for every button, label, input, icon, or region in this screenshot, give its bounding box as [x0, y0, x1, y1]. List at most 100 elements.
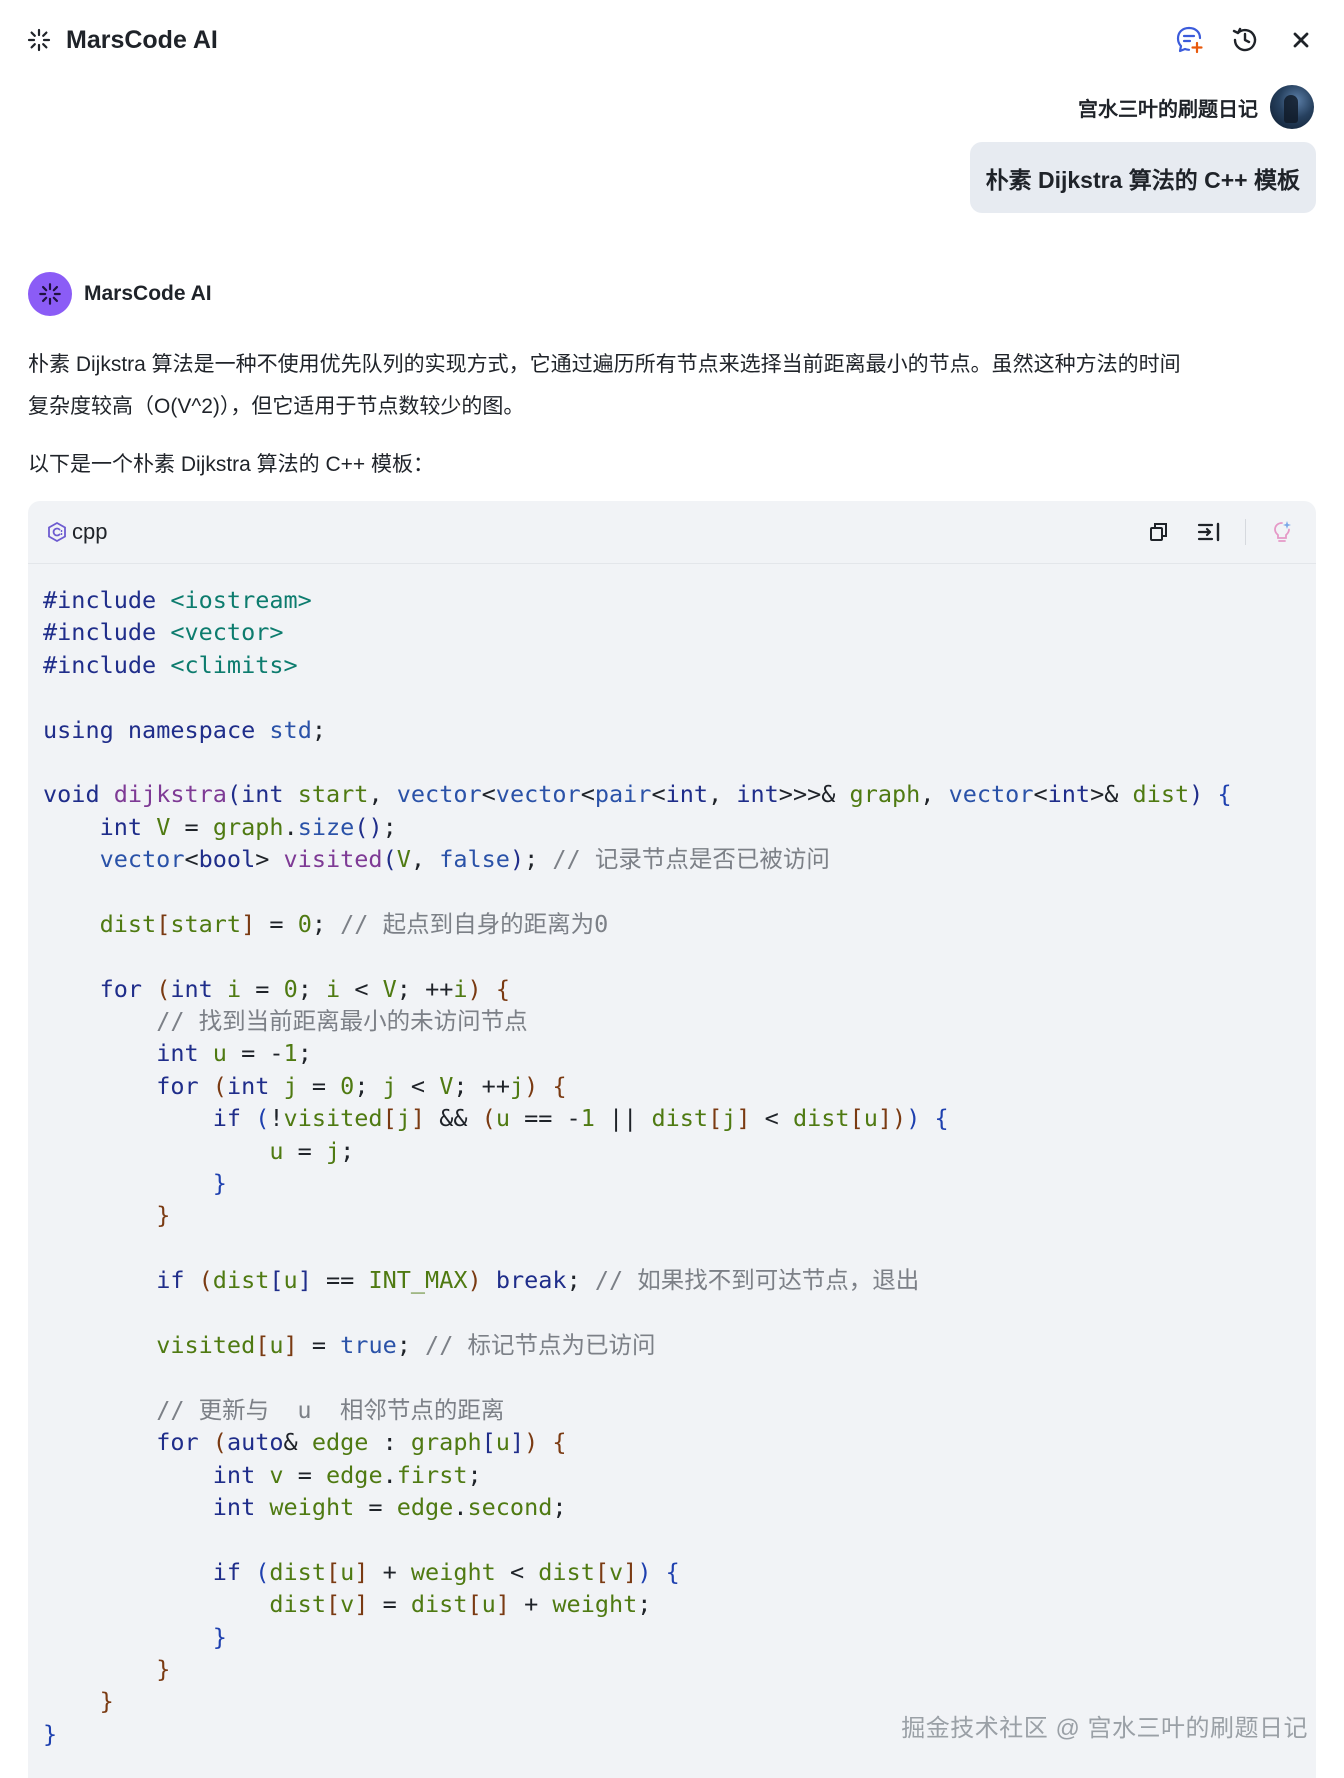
code-token: int	[99, 812, 143, 841]
code-token: }	[212, 1169, 227, 1198]
code-token: == -	[509, 1104, 581, 1133]
code-token: u	[863, 1104, 878, 1133]
code-line: #include <climits>	[43, 649, 1316, 681]
code-token: j	[396, 1104, 411, 1133]
code-token: u	[340, 1557, 355, 1586]
code-token: [	[382, 1104, 397, 1133]
code-token: start	[170, 909, 242, 938]
code-token: for	[156, 1428, 199, 1457]
assistant-name: MarsCode AI	[84, 282, 212, 305]
code-token: (	[255, 1557, 270, 1586]
code-token: =	[354, 1492, 397, 1521]
code-line: dist[start] = 0; // 起点到自身的距离为0	[43, 908, 1316, 940]
code-token: // 标记节点为已访问	[425, 1330, 656, 1359]
history-icon[interactable]	[1228, 23, 1262, 57]
assistant-info: MarsCode AI	[28, 272, 212, 316]
code-token: u	[269, 1136, 284, 1165]
code-token: &	[283, 1428, 312, 1457]
copy-icon[interactable]	[1145, 518, 1173, 546]
code-line: visited[u] = true; // 标记节点为已访问	[43, 1329, 1316, 1361]
code-token: [	[849, 1104, 864, 1133]
code-token: second	[467, 1492, 553, 1521]
code-token: i	[326, 974, 341, 1003]
code-token: ]	[410, 1104, 426, 1133]
code-token: <	[396, 1071, 440, 1100]
code-token: int	[226, 1071, 270, 1100]
code-line: if (dist[u] == INT_MAX) break; // 如果找不到可…	[43, 1264, 1316, 1296]
code-token: v	[340, 1590, 355, 1619]
code-token: INT_MAX	[368, 1266, 468, 1295]
code-token: u	[269, 1330, 284, 1359]
explain-bulb-icon[interactable]	[1268, 518, 1296, 546]
code-token: dist	[269, 1557, 326, 1586]
code-token: [	[481, 1428, 496, 1457]
code-line: if (dist[u] + weight < dist[v]) {	[43, 1556, 1316, 1588]
code-token: [	[255, 1330, 270, 1359]
code-token: (	[198, 1266, 213, 1295]
code-token: [	[325, 1590, 341, 1619]
app-title: MarsCode AI	[66, 25, 218, 54]
code-token: vector	[495, 780, 581, 809]
code-token: break	[495, 1266, 567, 1295]
code-token: V	[396, 845, 411, 874]
code-token: ==	[311, 1266, 369, 1295]
code-token: 0	[283, 974, 298, 1003]
code-token: // 记录节点是否已被访问	[552, 845, 830, 874]
code-token: true	[340, 1330, 397, 1359]
code-token: ]	[623, 1557, 638, 1586]
code-token: = -	[226, 1039, 284, 1068]
code-token: edge	[311, 1428, 369, 1457]
code-token: ;	[297, 1039, 312, 1068]
code-token: )	[524, 1428, 539, 1457]
code-token: visited	[283, 1104, 383, 1133]
close-icon[interactable]	[1284, 23, 1318, 57]
code-token: std	[269, 715, 312, 744]
code-token: ]	[736, 1104, 751, 1133]
user-name: 宫水三叶的刷题日记	[1078, 98, 1258, 121]
code-token: graph	[212, 812, 284, 841]
code-token: <	[481, 780, 496, 809]
code-token: (	[382, 845, 397, 874]
code-token: {	[1217, 780, 1232, 809]
code-token: [	[594, 1557, 609, 1586]
code-token: ,	[368, 780, 397, 809]
code-token: ;	[524, 845, 553, 874]
code-token: j	[722, 1104, 737, 1133]
code-token: =	[283, 1136, 326, 1165]
code-line: int u = -1;	[43, 1037, 1316, 1069]
code-token: ;	[637, 1590, 652, 1619]
code-line: // 更新与 u 相邻节点的距离	[43, 1394, 1316, 1426]
code-line: // 找到当前距离最小的未访问节点	[43, 1005, 1316, 1037]
sparkle-logo-icon	[26, 27, 52, 53]
code-token: )	[467, 1266, 482, 1295]
code-token: namespace	[127, 715, 256, 744]
code-block-header: cpp	[28, 501, 1316, 564]
code-token: =	[297, 1330, 341, 1359]
code-token: ; ++	[453, 1071, 510, 1100]
code-token: v	[609, 1557, 624, 1586]
new-chat-icon[interactable]	[1172, 23, 1206, 57]
code-block: cpp #include <iostream> #include <vector…	[28, 501, 1316, 1778]
code-token: int	[736, 780, 779, 809]
code-line: }	[43, 1167, 1316, 1199]
code-token: =	[297, 1071, 341, 1100]
code-token: )	[467, 974, 482, 1003]
code-token: // 更新与 u 相邻节点的距离	[156, 1395, 505, 1424]
code-token: // 起点到自身的距离为0	[340, 909, 609, 938]
code-token: (	[481, 1104, 496, 1133]
intro-line-1: 朴素 Dijkstra 算法是一种不使用优先队列的实现方式，它通过遍历所有节点来…	[28, 353, 1181, 376]
code-token: =	[241, 974, 284, 1003]
insert-code-icon[interactable]	[1195, 518, 1223, 546]
code-token: j	[325, 1136, 341, 1165]
